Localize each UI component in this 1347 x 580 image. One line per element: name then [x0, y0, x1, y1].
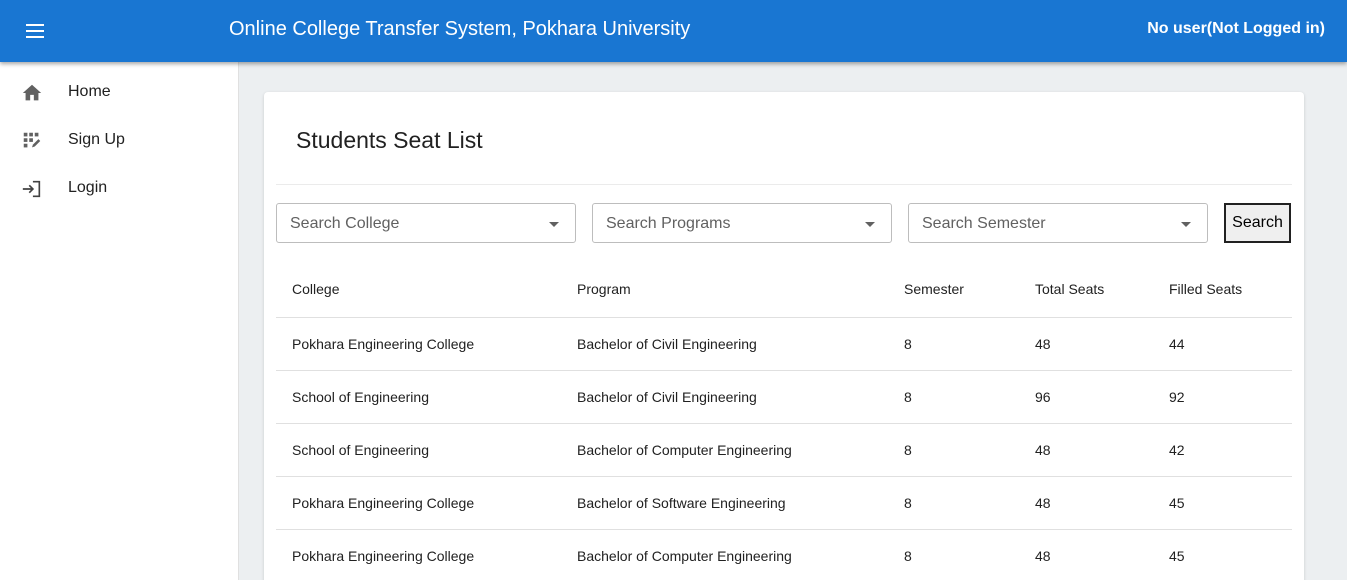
sidebar-item-label: Home: [68, 83, 111, 100]
college-select-placeholder: Search College: [290, 215, 400, 232]
cell-college: Pokhara Engineering College: [292, 336, 475, 352]
cell-total-seats: 48: [1035, 548, 1051, 564]
cell-program: Bachelor of Computer Engineering: [577, 442, 792, 458]
page-title: Students Seat List: [296, 127, 483, 153]
column-header-college: College: [292, 281, 340, 297]
cell-total-seats: 48: [1035, 336, 1051, 352]
cell-semester: 8: [904, 548, 912, 564]
column-header-program: Program: [577, 281, 631, 297]
seat-list-card: Students Seat List Search College Search…: [264, 92, 1304, 580]
table-row: School of Engineering Bachelor of Comput…: [276, 423, 1292, 476]
home-icon: [22, 84, 42, 101]
user-status: No user(Not Logged in): [1147, 20, 1325, 37]
table-row: Pokhara Engineering College Bachelor of …: [276, 317, 1292, 370]
cell-semester: 8: [904, 495, 912, 511]
cell-program: Bachelor of Civil Engineering: [577, 389, 757, 405]
signup-icon: [23, 132, 41, 148]
cell-semester: 8: [904, 442, 912, 458]
cell-college: Pokhara Engineering College: [292, 548, 475, 564]
cell-filled-seats: 45: [1169, 495, 1185, 511]
app-title: Online College Transfer System, Pokhara …: [229, 18, 691, 40]
table-row: Pokhara Engineering College Bachelor of …: [276, 529, 1292, 580]
cell-program: Bachelor of Computer Engineering: [577, 548, 792, 564]
login-icon: [22, 180, 41, 198]
divider: [276, 184, 1292, 185]
chevron-down-icon: [549, 222, 559, 227]
column-header-filled-seats: Filled Seats: [1169, 281, 1243, 297]
sidebar-item-login[interactable]: Login: [0, 166, 239, 214]
cell-semester: 8: [904, 336, 912, 352]
sidebar: Home Sign Up Login: [0, 62, 239, 580]
top-app-bar: Online College Transfer System, Pokhara …: [0, 0, 1347, 62]
cell-filled-seats: 92: [1169, 389, 1185, 405]
cell-filled-seats: 42: [1169, 442, 1185, 458]
sidebar-item-signup[interactable]: Sign Up: [0, 118, 239, 166]
menu-icon[interactable]: [24, 21, 46, 41]
sidebar-item-label: Login: [68, 179, 108, 196]
semester-select-placeholder: Search Semester: [922, 215, 1046, 232]
cell-total-seats: 48: [1035, 495, 1051, 511]
table-row: School of Engineering Bachelor of Civil …: [276, 370, 1292, 423]
cell-filled-seats: 44: [1169, 336, 1185, 352]
cell-semester: 8: [904, 389, 912, 405]
column-header-semester: Semester: [904, 281, 964, 297]
search-button[interactable]: Search: [1224, 203, 1291, 243]
cell-filled-seats: 45: [1169, 548, 1185, 564]
programs-select[interactable]: Search Programs: [592, 203, 892, 243]
chevron-down-icon: [865, 222, 875, 227]
column-header-total-seats: Total Seats: [1035, 281, 1105, 297]
cell-program: Bachelor of Software Engineering: [577, 495, 786, 511]
semester-select[interactable]: Search Semester: [908, 203, 1208, 243]
sidebar-item-home[interactable]: Home: [0, 70, 239, 118]
cell-college: Pokhara Engineering College: [292, 495, 475, 511]
cell-college: School of Engineering: [292, 442, 429, 458]
cell-program: Bachelor of Civil Engineering: [577, 336, 757, 352]
cell-total-seats: 48: [1035, 442, 1051, 458]
programs-select-placeholder: Search Programs: [606, 215, 731, 232]
chevron-down-icon: [1181, 222, 1191, 227]
table-row: Pokhara Engineering College Bachelor of …: [276, 476, 1292, 529]
sidebar-item-label: Sign Up: [68, 131, 125, 148]
college-select[interactable]: Search College: [276, 203, 576, 243]
cell-college: School of Engineering: [292, 389, 429, 405]
cell-total-seats: 96: [1035, 389, 1051, 405]
